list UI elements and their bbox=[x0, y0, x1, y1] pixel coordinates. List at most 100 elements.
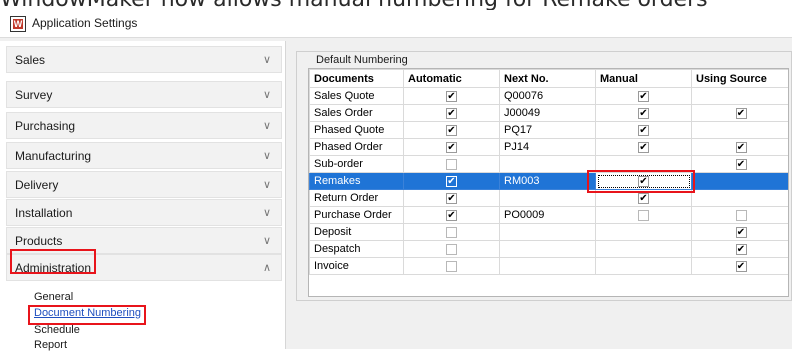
manual-cell[interactable]: ✔ bbox=[595, 121, 692, 139]
automatic-cell[interactable]: ✔ bbox=[403, 240, 500, 258]
document-name-cell[interactable]: Return Order bbox=[309, 189, 404, 207]
sidebar-item-purchasing[interactable]: Purchasing ∨ bbox=[6, 112, 282, 139]
document-name-cell[interactable]: Phased Quote bbox=[309, 121, 404, 139]
checkbox-icon[interactable]: ✔ bbox=[446, 108, 457, 119]
table-row[interactable]: Return Order ✔ ✔ bbox=[309, 189, 788, 207]
manual-cell[interactable]: ✔ bbox=[595, 138, 692, 156]
checkbox-icon[interactable]: ✔ bbox=[638, 193, 649, 204]
sidebar-item-survey[interactable]: Survey ∨ bbox=[6, 81, 282, 108]
table-row[interactable]: Phased Order ✔ PJ14 ✔ ✔ bbox=[309, 138, 788, 156]
next-number-cell[interactable]: PQ17 bbox=[499, 121, 596, 139]
automatic-cell[interactable]: ✔ bbox=[403, 257, 500, 275]
next-number-cell[interactable] bbox=[499, 155, 596, 173]
using-source-cell[interactable] bbox=[691, 87, 788, 105]
document-name-cell[interactable]: Purchase Order bbox=[309, 206, 404, 224]
checkbox-icon[interactable]: ✔ bbox=[446, 176, 457, 187]
checkbox-icon[interactable]: ✔ bbox=[446, 261, 457, 272]
table-row[interactable]: Sales Quote ✔ Q00076 ✔ bbox=[309, 87, 788, 105]
checkbox-icon[interactable]: ✔ bbox=[735, 108, 747, 119]
document-name-cell[interactable]: Remakes bbox=[309, 172, 404, 190]
table-row[interactable]: Sales Order ✔ J00049 ✔ ✔ bbox=[309, 104, 788, 122]
table-row[interactable]: Purchase Order ✔ PO0009 ✔ ✔ bbox=[309, 206, 788, 224]
automatic-cell[interactable]: ✔ bbox=[403, 104, 500, 122]
checkbox-icon[interactable]: ✔ bbox=[638, 210, 649, 221]
using-source-cell[interactable]: ✔ bbox=[691, 240, 788, 258]
manual-cell[interactable] bbox=[595, 223, 692, 241]
using-source-cell[interactable]: ✔ bbox=[691, 155, 788, 173]
automatic-cell[interactable]: ✔ bbox=[403, 138, 500, 156]
next-number-cell[interactable]: RM003 bbox=[499, 172, 596, 190]
using-source-cell[interactable]: ✔ bbox=[691, 257, 788, 275]
next-number-cell[interactable]: PJ14 bbox=[499, 138, 596, 156]
column-header-documents[interactable]: Documents bbox=[309, 69, 404, 88]
checkbox-icon[interactable]: ✔ bbox=[735, 261, 747, 272]
document-name-cell[interactable]: Sales Order bbox=[309, 104, 404, 122]
checkbox-icon[interactable]: ✔ bbox=[446, 193, 457, 204]
manual-cell[interactable]: ✔ bbox=[595, 104, 692, 122]
manual-cell[interactable]: ✔ bbox=[595, 87, 692, 105]
document-name-cell[interactable]: Invoice bbox=[309, 257, 404, 275]
column-header-automatic[interactable]: Automatic bbox=[403, 69, 500, 88]
checkbox-icon[interactable]: ✔ bbox=[446, 227, 457, 238]
subitem-schedule[interactable]: Schedule bbox=[34, 324, 80, 336]
table-row[interactable]: Deposit ✔ ✔ bbox=[309, 223, 788, 241]
document-name-cell[interactable]: Despatch bbox=[309, 240, 404, 258]
subitem-report[interactable]: Report bbox=[34, 339, 67, 351]
checkbox-icon[interactable]: ✔ bbox=[735, 142, 747, 153]
checkbox-icon[interactable]: ✔ bbox=[446, 210, 457, 221]
automatic-cell[interactable]: ✔ bbox=[403, 121, 500, 139]
sidebar-item-delivery[interactable]: Delivery ∨ bbox=[6, 171, 282, 198]
column-header-next-no[interactable]: Next No. bbox=[499, 69, 596, 88]
automatic-cell[interactable]: ✔ bbox=[403, 206, 500, 224]
document-name-cell[interactable]: Sub-order bbox=[309, 155, 404, 173]
checkbox-icon[interactable]: ✔ bbox=[735, 210, 747, 221]
column-header-manual[interactable]: Manual bbox=[595, 69, 692, 88]
document-name-cell[interactable]: Deposit bbox=[309, 223, 404, 241]
checkbox-icon[interactable]: ✔ bbox=[446, 142, 457, 153]
checkbox-icon[interactable]: ✔ bbox=[735, 159, 747, 170]
next-number-cell[interactable] bbox=[499, 189, 596, 207]
automatic-cell[interactable]: ✔ bbox=[403, 223, 500, 241]
using-source-cell[interactable]: ✔ bbox=[691, 223, 788, 241]
manual-cell[interactable]: ✔ bbox=[595, 206, 692, 224]
automatic-cell[interactable]: ✔ bbox=[403, 172, 500, 190]
next-number-cell[interactable] bbox=[499, 257, 596, 275]
next-number-cell[interactable]: PO0009 bbox=[499, 206, 596, 224]
checkbox-icon[interactable]: ✔ bbox=[446, 125, 457, 136]
checkbox-icon[interactable]: ✔ bbox=[638, 108, 649, 119]
document-name-cell[interactable]: Phased Order bbox=[309, 138, 404, 156]
next-number-cell[interactable]: J00049 bbox=[499, 104, 596, 122]
manual-cell[interactable] bbox=[595, 257, 692, 275]
next-number-cell[interactable]: Q00076 bbox=[499, 87, 596, 105]
checkbox-icon[interactable]: ✔ bbox=[735, 227, 747, 238]
table-row[interactable]: Remakes ✔ RM003 ✔ bbox=[309, 172, 788, 190]
using-source-cell[interactable] bbox=[691, 189, 788, 207]
automatic-cell[interactable]: ✔ bbox=[403, 155, 500, 173]
next-number-cell[interactable] bbox=[499, 223, 596, 241]
subitem-general[interactable]: General bbox=[34, 291, 73, 303]
checkbox-icon[interactable]: ✔ bbox=[446, 91, 457, 102]
checkbox-icon[interactable]: ✔ bbox=[446, 159, 457, 170]
checkbox-icon[interactable]: ✔ bbox=[446, 244, 457, 255]
checkbox-icon[interactable]: ✔ bbox=[735, 244, 747, 255]
checkbox-icon[interactable]: ✔ bbox=[638, 91, 649, 102]
document-name-cell[interactable]: Sales Quote bbox=[309, 87, 404, 105]
table-row[interactable]: Phased Quote ✔ PQ17 ✔ bbox=[309, 121, 788, 139]
table-row[interactable]: Sub-order ✔ ✔ bbox=[309, 155, 788, 173]
automatic-cell[interactable]: ✔ bbox=[403, 87, 500, 105]
table-row[interactable]: Invoice ✔ ✔ bbox=[309, 257, 788, 275]
using-source-cell[interactable] bbox=[691, 172, 788, 190]
using-source-cell[interactable]: ✔ bbox=[691, 206, 788, 224]
automatic-cell[interactable]: ✔ bbox=[403, 189, 500, 207]
checkbox-icon[interactable]: ✔ bbox=[638, 142, 649, 153]
using-source-cell[interactable]: ✔ bbox=[691, 138, 788, 156]
table-row[interactable]: Despatch ✔ ✔ bbox=[309, 240, 788, 258]
sidebar-item-installation[interactable]: Installation ∨ bbox=[6, 199, 282, 226]
checkbox-icon[interactable]: ✔ bbox=[638, 125, 649, 136]
sidebar-item-sales[interactable]: Sales ∨ bbox=[6, 46, 282, 73]
sidebar-item-manufacturing[interactable]: Manufacturing ∨ bbox=[6, 142, 282, 169]
using-source-cell[interactable]: ✔ bbox=[691, 104, 788, 122]
next-number-cell[interactable] bbox=[499, 240, 596, 258]
using-source-cell[interactable] bbox=[691, 121, 788, 139]
manual-cell[interactable] bbox=[595, 240, 692, 258]
